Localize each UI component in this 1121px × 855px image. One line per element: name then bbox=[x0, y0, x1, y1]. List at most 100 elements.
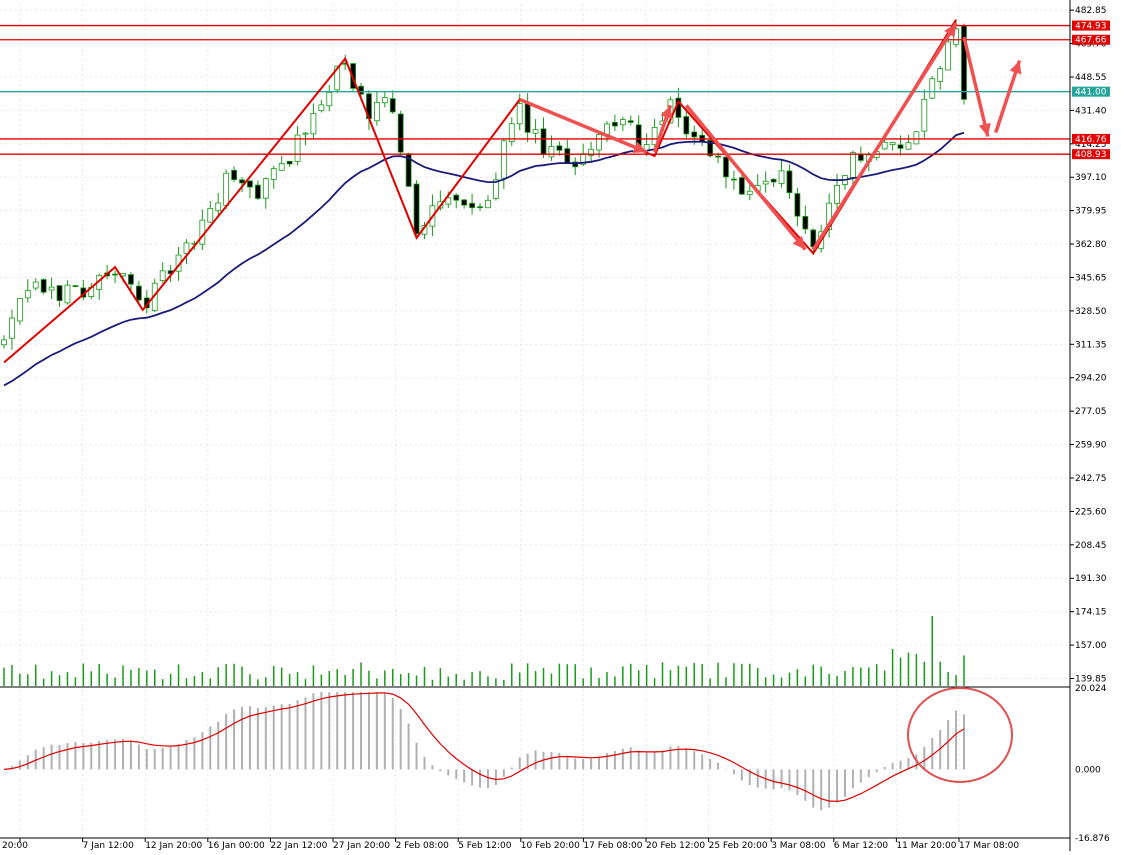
candle-body bbox=[469, 202, 475, 209]
candle-body bbox=[834, 184, 840, 204]
candle-body bbox=[64, 284, 71, 304]
candle-body bbox=[889, 142, 896, 146]
x-tick-label: 16 Jan 00:00 bbox=[208, 841, 265, 851]
candle-body bbox=[786, 170, 793, 194]
x-tick-label: 20:00 bbox=[2, 841, 28, 851]
candle-body bbox=[302, 132, 309, 135]
x-tick-label: 17 Mar 08:00 bbox=[959, 841, 1019, 851]
x-tick-label: 22 Jan 12:00 bbox=[270, 841, 327, 851]
y-tick-label: 157.00 bbox=[1075, 641, 1107, 651]
y-tick-label: 431.40 bbox=[1075, 106, 1107, 116]
trend-arrow-shaft bbox=[962, 36, 990, 137]
candle-body bbox=[723, 156, 729, 178]
candle-body bbox=[9, 317, 15, 339]
candle-body bbox=[627, 120, 634, 123]
candle-body bbox=[762, 180, 769, 185]
candle-body bbox=[389, 98, 396, 113]
candle-body bbox=[24, 290, 31, 299]
candle-layer bbox=[1, 20, 967, 350]
candle-body bbox=[453, 194, 460, 201]
y-tick-label: 311.35 bbox=[1075, 340, 1107, 350]
highlight-circle bbox=[907, 687, 1013, 783]
candle-body bbox=[128, 274, 134, 285]
price-axis-background bbox=[1070, 0, 1121, 851]
price-level-layer bbox=[0, 24, 1070, 155]
candle-body bbox=[413, 183, 420, 235]
indicator-tick-label: -16.876 bbox=[1075, 834, 1110, 844]
candle-body bbox=[802, 216, 809, 230]
x-tick-label: 12 Jan 20:00 bbox=[145, 841, 202, 851]
candle-body bbox=[929, 78, 936, 99]
candle-body bbox=[1, 339, 7, 346]
x-tick-label: 17 Feb 08:00 bbox=[583, 841, 642, 851]
candle-body bbox=[746, 190, 753, 196]
candle-body bbox=[738, 177, 745, 195]
candle-body bbox=[112, 273, 118, 276]
candle-body bbox=[207, 207, 214, 223]
candle-body bbox=[72, 285, 79, 287]
candle-body bbox=[770, 178, 777, 183]
x-tick-label: 6 Mar 12:00 bbox=[834, 841, 889, 851]
axis-layer: 482.85465.70448.55431.40414.25397.10379.… bbox=[0, 0, 1121, 851]
candle-body bbox=[619, 119, 626, 126]
candle-body bbox=[683, 116, 690, 135]
y-tick-label: 294.20 bbox=[1075, 374, 1107, 384]
y-tick-label: 345.65 bbox=[1075, 273, 1107, 283]
candle-body bbox=[270, 168, 277, 180]
candle-body bbox=[231, 169, 237, 181]
indicator-tick-label: 0.000 bbox=[1075, 765, 1101, 775]
candle-body bbox=[596, 134, 602, 151]
candle-body bbox=[373, 101, 380, 122]
y-tick-label: 191.30 bbox=[1075, 574, 1107, 584]
candle-body bbox=[159, 270, 166, 281]
candle-body bbox=[223, 172, 230, 206]
y-tick-label: 277.05 bbox=[1075, 407, 1107, 417]
candle-body bbox=[945, 41, 952, 71]
candle-body bbox=[556, 145, 563, 151]
candle-body bbox=[516, 103, 523, 125]
moving-average-line bbox=[3, 131, 965, 387]
candle-body bbox=[477, 206, 483, 209]
y-tick-label: 174.15 bbox=[1075, 608, 1107, 618]
x-tick-label: 7 Jan 12:00 bbox=[83, 841, 135, 851]
candle-body bbox=[262, 178, 269, 199]
y-tick-label: 259.90 bbox=[1075, 441, 1107, 451]
candle-body bbox=[937, 68, 944, 82]
volume-layer bbox=[3, 616, 965, 686]
candle-body bbox=[32, 281, 39, 289]
chart-root: 482.85465.70448.55431.40414.25397.10379.… bbox=[0, 0, 1121, 851]
candle-body bbox=[56, 285, 63, 302]
candle-body bbox=[548, 146, 555, 158]
chart-svg: 482.85465.70448.55431.40414.25397.10379.… bbox=[0, 0, 1121, 851]
candle-body bbox=[135, 285, 142, 301]
candle-body bbox=[485, 199, 491, 209]
candle-body bbox=[40, 279, 47, 293]
y-tick-label: 482.85 bbox=[1075, 6, 1107, 16]
candle-body bbox=[604, 123, 610, 135]
candle-body bbox=[310, 113, 317, 135]
candle-body bbox=[532, 129, 539, 134]
y-tick-label: 397.10 bbox=[1075, 173, 1107, 183]
price-level-label: 467.66 bbox=[1075, 36, 1107, 46]
price-level-label: 474.93 bbox=[1075, 22, 1107, 32]
candle-body bbox=[239, 179, 245, 184]
candle-body bbox=[524, 102, 531, 133]
candle-body bbox=[691, 131, 698, 138]
candle-body bbox=[461, 199, 468, 206]
candle-body bbox=[715, 155, 721, 158]
candle-body bbox=[905, 142, 912, 150]
candle-body bbox=[881, 141, 888, 150]
candle-body bbox=[215, 202, 222, 212]
grid-layer bbox=[0, 4, 1070, 838]
signal-line bbox=[3, 692, 965, 803]
y-tick-label: 139.85 bbox=[1075, 674, 1107, 684]
y-tick-label: 448.55 bbox=[1075, 73, 1107, 83]
candle-body bbox=[318, 104, 325, 112]
candle-body bbox=[612, 121, 618, 127]
candle-body bbox=[48, 286, 55, 291]
candle-body bbox=[397, 113, 404, 153]
candle-body bbox=[564, 148, 571, 164]
x-tick-label: 27 Jan 20:00 bbox=[333, 841, 390, 851]
y-tick-label: 225.60 bbox=[1075, 507, 1107, 517]
y-tick-label: 379.95 bbox=[1075, 207, 1107, 217]
